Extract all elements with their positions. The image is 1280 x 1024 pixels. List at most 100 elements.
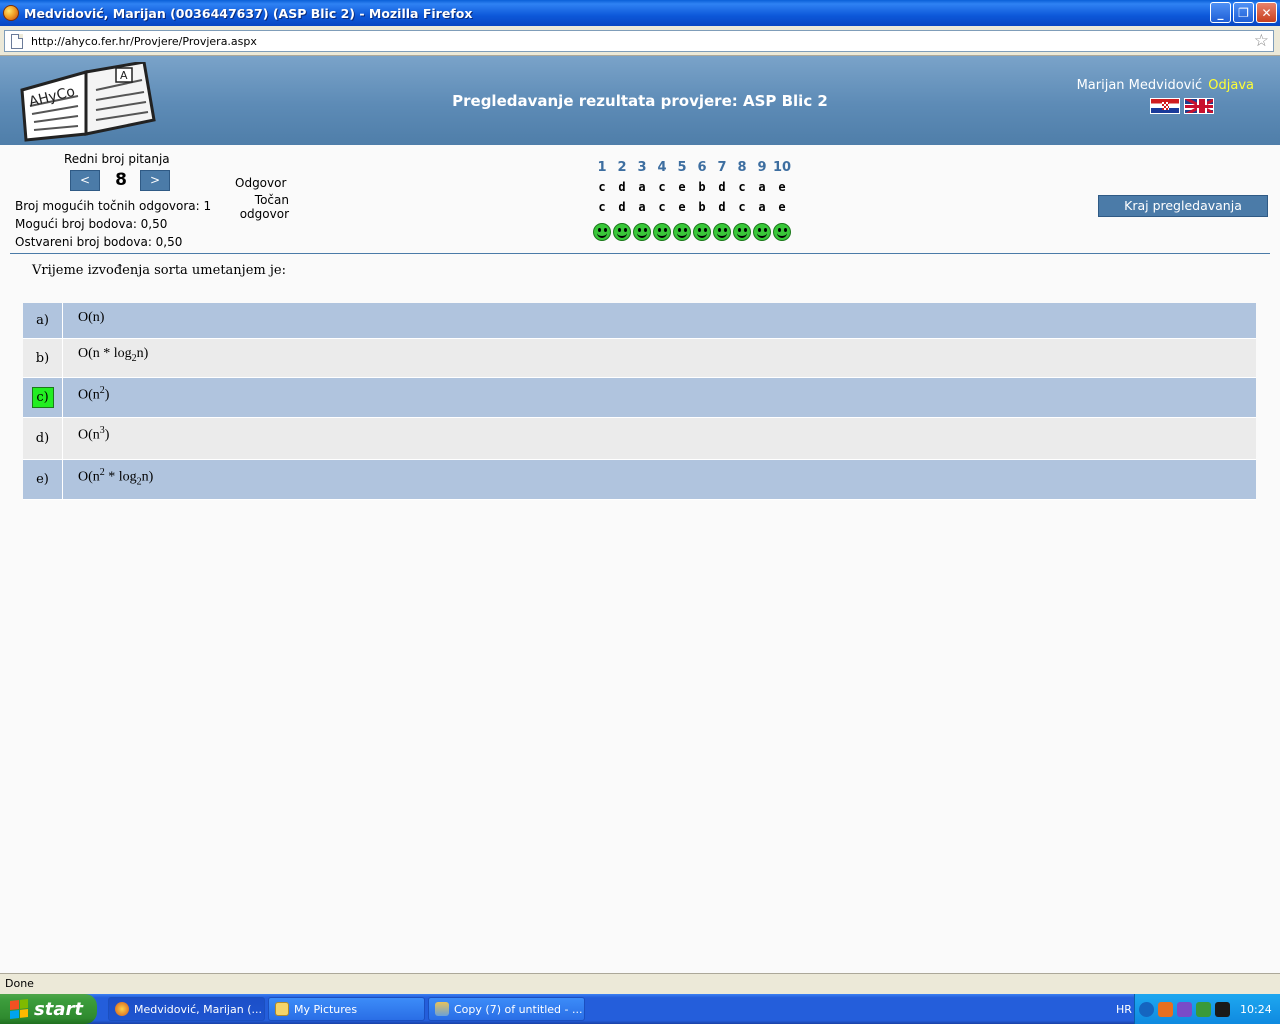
question-link[interactable]: 4 [652,160,672,175]
answer-text: O(n2 * log2n) [63,460,153,499]
given-answer-cell: c [598,180,606,194]
answer-row-a[interactable]: a) O(n) [23,303,1256,339]
given-answer-cell: e [678,180,686,194]
answer-row-e[interactable]: e) O(n2 * log2n) [23,460,1256,500]
minimize-button[interactable]: _ [1210,2,1231,23]
given-answer-cell: e [778,180,786,194]
given-answer-cell: b [698,180,706,194]
address-bar: http://ahyco.fer.hr/Provjere/Provjera.as… [0,26,1280,56]
croatian-flag-icon[interactable] [1150,98,1180,114]
restore-button[interactable]: ❐ [1233,2,1254,23]
correct-smiley-icon [752,222,772,242]
page-title: Pregledavanje rezultata provjere: ASP Bl… [452,92,828,110]
answer-text-part: n) [136,346,149,361]
correct-answer-label: Točan odgovor [237,193,289,221]
result-smileys-row [592,222,792,242]
correct-answer-cell: a [758,200,766,214]
question-link[interactable]: 8 [732,160,752,175]
given-answer-cell: c [738,180,746,194]
taskbar-item-paint[interactable]: Copy (7) of untitled - ... [428,997,585,1021]
correct-answer-cell: e [778,200,786,214]
answer-text-part: n) [141,469,154,485]
windows-logo-icon [10,999,28,1019]
answer-text-part: O(n [78,427,100,443]
tray-app-icon[interactable] [1158,1001,1173,1017]
answer-row-b[interactable]: b) O(n * log2n) [23,339,1256,378]
tray-sigma-icon[interactable] [1215,1001,1230,1017]
question-link[interactable]: 7 [712,160,732,175]
question-link[interactable]: 1 [592,160,612,175]
question-link[interactable]: 3 [632,160,652,175]
given-answers-row: cdacebdcae [592,180,792,194]
possible-correct-answers: Broj mogućih točnih odgovora: 1 [15,199,212,213]
answer-letter: d) [23,418,63,459]
uk-flag-icon[interactable] [1184,98,1214,114]
correct-smiley-icon [732,222,752,242]
correct-smiley-icon [672,222,692,242]
answer-text-part: ) [104,427,110,443]
taskbar-item-my-pictures[interactable]: My Pictures [268,997,425,1021]
answer-letter-correct: c) [23,378,63,417]
current-question-number: 8 [115,170,127,190]
tray-network-icon[interactable] [1196,1001,1211,1017]
logo-letter: A [120,69,128,82]
correct-smiley-icon [592,222,612,242]
language-flags [1150,98,1214,114]
question-link[interactable]: 5 [672,160,692,175]
question-link[interactable]: 10 [772,160,792,175]
section-divider [10,253,1270,254]
correct-answer-cell: d [718,200,726,214]
correct-smiley-icon [632,222,652,242]
correct-answer-cell: b [698,200,706,214]
tray-ctfmon-icon[interactable] [1177,1001,1192,1017]
status-bar: Done [0,973,1280,994]
taskbar-item-firefox[interactable]: Medvidović, Marijan (... [108,997,265,1021]
question-number-label: Redni broj pitanja [64,152,170,166]
correct-smiley-icon [772,222,792,242]
taskbar-item-label: Medvidović, Marijan (... [134,1002,262,1016]
given-answer-label: Odgovor [235,176,287,190]
answer-letter: e) [23,460,63,499]
correct-answer-cell: c [738,200,746,214]
taskbar: start Medvidović, Marijan (... My Pictur… [0,994,1280,1024]
language-indicator[interactable]: HR [1116,1003,1132,1016]
given-answer-cell: d [718,180,726,194]
logout-link[interactable]: Odjava [1208,78,1254,93]
tray-expand-icon[interactable] [1139,1001,1154,1017]
answers-table: a) O(n) b) O(n * log2n) c) O(n2) d) O(n3… [23,303,1256,500]
window-title: Medvidović, Marijan (0036447637) (ASP Bl… [24,5,473,21]
next-question-button[interactable]: > [140,170,170,191]
given-answer-cell: d [618,180,626,194]
end-review-button[interactable]: Kraj pregledavanja [1098,195,1268,217]
answer-letter: b) [23,339,63,377]
url-text[interactable]: http://ahyco.fer.hr/Provjere/Provjera.as… [31,35,257,48]
question-link[interactable]: 6 [692,160,712,175]
question-link[interactable]: 9 [752,160,772,175]
start-button[interactable]: start [0,994,97,1024]
firefox-icon [3,5,19,21]
answer-letter: a) [23,303,63,338]
answer-row-d[interactable]: d) O(n3) [23,418,1256,460]
answer-row-c[interactable]: c) O(n2) [23,378,1256,418]
question-link[interactable]: 2 [612,160,632,175]
taskbar-item-label: Copy (7) of untitled - ... [454,1002,583,1016]
taskbar-clock: 10:24 [1240,1002,1272,1016]
correct-answers-row: cdacebdcae [592,200,792,214]
firefox-icon [115,1002,129,1016]
correct-smiley-icon [692,222,712,242]
previous-question-button[interactable]: < [70,170,100,191]
correct-answer-label-line2: odgovor [239,207,289,221]
taskbar-item-label: My Pictures [294,1002,358,1016]
question-number-links: 1 2 3 4 5 6 7 8 9 10 [592,160,792,175]
close-button[interactable]: ✕ [1256,2,1277,23]
answer-text: O(n * log2n) [63,339,148,377]
correct-smiley-icon [612,222,632,242]
url-field[interactable]: http://ahyco.fer.hr/Provjere/Provjera.as… [4,30,1274,52]
system-tray: 10:24 [1134,994,1280,1024]
correct-answer-cell: c [658,200,666,214]
user-box: Marijan Medvidović Odjava [1077,78,1254,93]
bookmark-star-icon[interactable]: ☆ [1254,31,1269,51]
correct-answer-cell: e [678,200,686,214]
user-name: Marijan Medvidović [1076,78,1203,93]
folder-icon [275,1002,289,1016]
